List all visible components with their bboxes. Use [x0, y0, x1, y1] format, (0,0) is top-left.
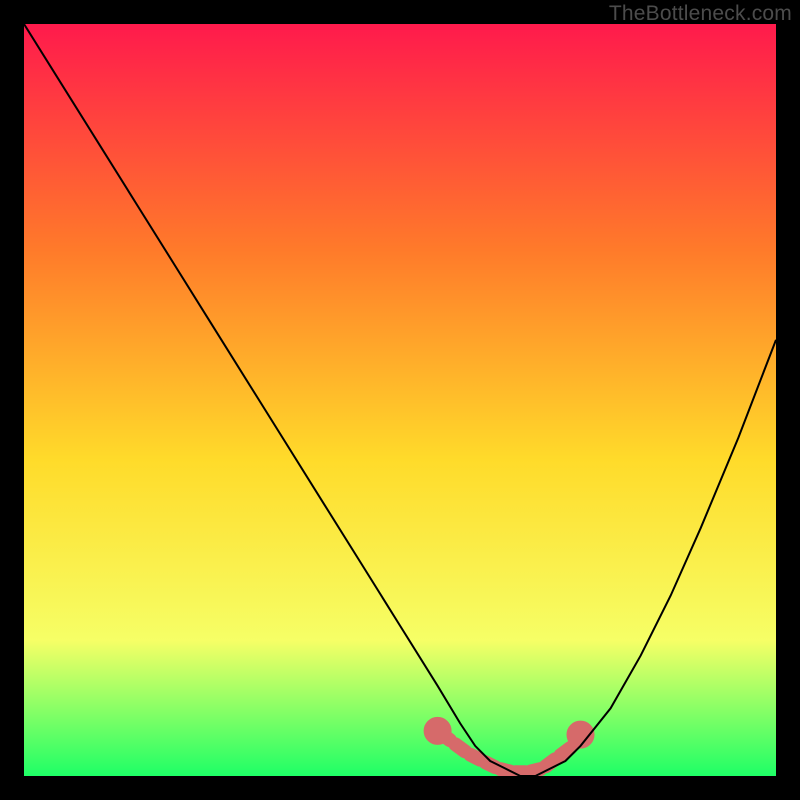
chart-frame: TheBottleneck.com [0, 0, 800, 800]
marker-dash [455, 744, 465, 751]
marker-endpoint [431, 724, 445, 738]
marker-dash [470, 755, 480, 760]
marker-dash [531, 769, 541, 771]
marker-dash [561, 748, 571, 755]
plot-svg [24, 24, 776, 776]
gradient-background [24, 24, 776, 776]
plot-area [24, 24, 776, 776]
marker-dash [546, 759, 556, 766]
watermark-text: TheBottleneck.com [609, 2, 792, 26]
